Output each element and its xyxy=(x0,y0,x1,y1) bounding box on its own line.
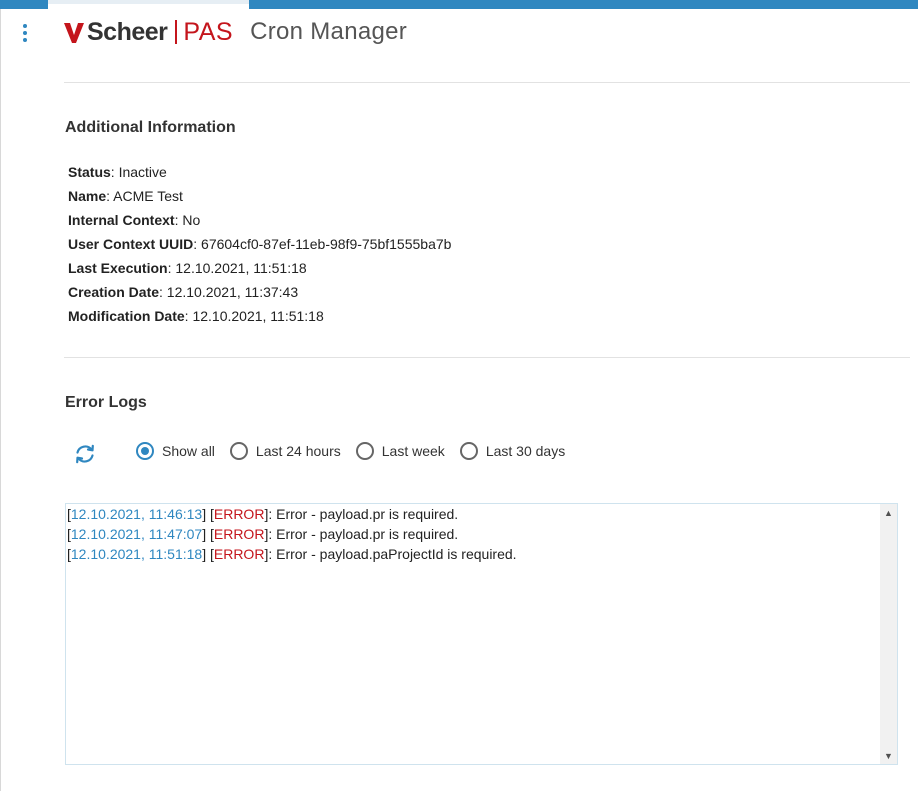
filter-option[interactable]: Last 30 days xyxy=(459,442,566,460)
filter-label: Last 30 days xyxy=(485,443,566,459)
info-row: User Context UUID: 67604cf0-87ef-11eb-98… xyxy=(68,232,451,256)
info-label: Internal Context xyxy=(68,212,175,228)
error-log-textarea[interactable]: [12.10.2021, 11:46:13] [ERROR]: Error - … xyxy=(65,503,898,765)
info-label: Name xyxy=(68,188,107,204)
additional-info-heading: Additional Information xyxy=(65,119,236,136)
log-message: : Error - payload.pr is required. xyxy=(268,506,459,522)
filter-label: Show all xyxy=(162,443,215,459)
brand-name: Scheer xyxy=(87,17,168,46)
log-level: ERROR xyxy=(213,526,265,542)
top-accent-bar-left xyxy=(0,0,48,9)
log-message: : Error - payload.paProjectId is require… xyxy=(268,546,517,562)
brand-separator xyxy=(175,20,178,44)
kebab-menu-icon[interactable] xyxy=(18,22,32,44)
log-timestamp: 12.10.2021, 11:46:13 xyxy=(70,506,203,522)
info-value: : 12.10.2021, 11:37:43 xyxy=(159,284,299,300)
info-label: Creation Date xyxy=(68,284,160,300)
error-logs-heading: Error Logs xyxy=(65,394,147,411)
app-header: Scheer PAS Cron Manager xyxy=(64,16,407,48)
scroll-up-arrow-icon[interactable]: ▲ xyxy=(880,504,897,521)
info-label: Status xyxy=(68,164,111,180)
log-timestamp: 12.10.2021, 11:51:18 xyxy=(70,546,203,562)
info-row: Creation Date: 12.10.2021, 11:37:43 xyxy=(68,280,451,304)
error-log-content: [12.10.2021, 11:46:13] [ERROR]: Error - … xyxy=(67,504,880,564)
info-list: Status: Inactive Name: ACME Test Internal … xyxy=(68,160,451,328)
log-level: ERROR xyxy=(213,546,265,562)
radio-button[interactable] xyxy=(459,442,478,460)
info-row: Modification Date: 12.10.2021, 11:51:18 xyxy=(68,304,451,328)
info-row: Name: ACME Test xyxy=(68,184,451,208)
filter-option[interactable]: Last week xyxy=(355,442,445,460)
log-message: : Error - payload.pr is required. xyxy=(268,526,459,542)
header-divider xyxy=(64,82,910,83)
sidebar-border xyxy=(0,9,1,791)
filter-option[interactable]: Last 24 hours xyxy=(229,442,341,460)
info-value: : Inactive xyxy=(110,164,167,180)
section-divider xyxy=(64,357,910,358)
top-accent-bar xyxy=(249,0,918,9)
app-title: Cron Manager xyxy=(250,18,408,45)
radio-button[interactable] xyxy=(136,442,154,460)
info-value: : ACME Test xyxy=(106,188,183,204)
log-level: ERROR xyxy=(213,506,265,522)
radio-button[interactable] xyxy=(229,442,248,460)
filter-label: Last week xyxy=(381,443,445,459)
info-value: : 67604cf0-87ef-11eb-98f9-75bf1555ba7b xyxy=(193,236,452,252)
log-timestamp: 12.10.2021, 11:47:07 xyxy=(70,526,203,542)
filter-label: Last 24 hours xyxy=(255,443,341,459)
active-tab-indicator xyxy=(48,0,249,4)
log-line: [12.10.2021, 11:46:13] [ERROR]: Error - … xyxy=(67,506,459,522)
filter-option[interactable]: Show all xyxy=(136,442,215,460)
time-filter-radio-group: Show all Last 24 hours Last week Last 30 da… xyxy=(136,442,580,460)
info-value: : 12.10.2021, 11:51:18 xyxy=(167,260,307,276)
info-row: Last Execution: 12.10.2021, 11:51:18 xyxy=(68,256,451,280)
info-row: Internal Context: No xyxy=(68,208,451,232)
radio-button[interactable] xyxy=(355,442,374,460)
refresh-icon[interactable] xyxy=(73,443,97,465)
log-scrollbar[interactable]: ▲ ▼ xyxy=(880,504,897,764)
log-line: [12.10.2021, 11:47:07] [ERROR]: Error - … xyxy=(67,526,459,542)
scroll-down-arrow-icon[interactable]: ▼ xyxy=(880,747,897,764)
info-label: Modification Date xyxy=(68,308,185,324)
log-line: [12.10.2021, 11:51:18] [ERROR]: Error - … xyxy=(67,546,517,562)
info-row: Status: Inactive xyxy=(68,160,451,184)
info-value: : No xyxy=(174,212,201,228)
info-value: : 12.10.2021, 11:51:18 xyxy=(184,308,324,324)
info-label: User Context UUID xyxy=(68,236,194,252)
scheer-logo-icon xyxy=(64,23,84,43)
info-label: Last Execution xyxy=(68,260,168,276)
brand-product: PAS xyxy=(183,17,234,46)
